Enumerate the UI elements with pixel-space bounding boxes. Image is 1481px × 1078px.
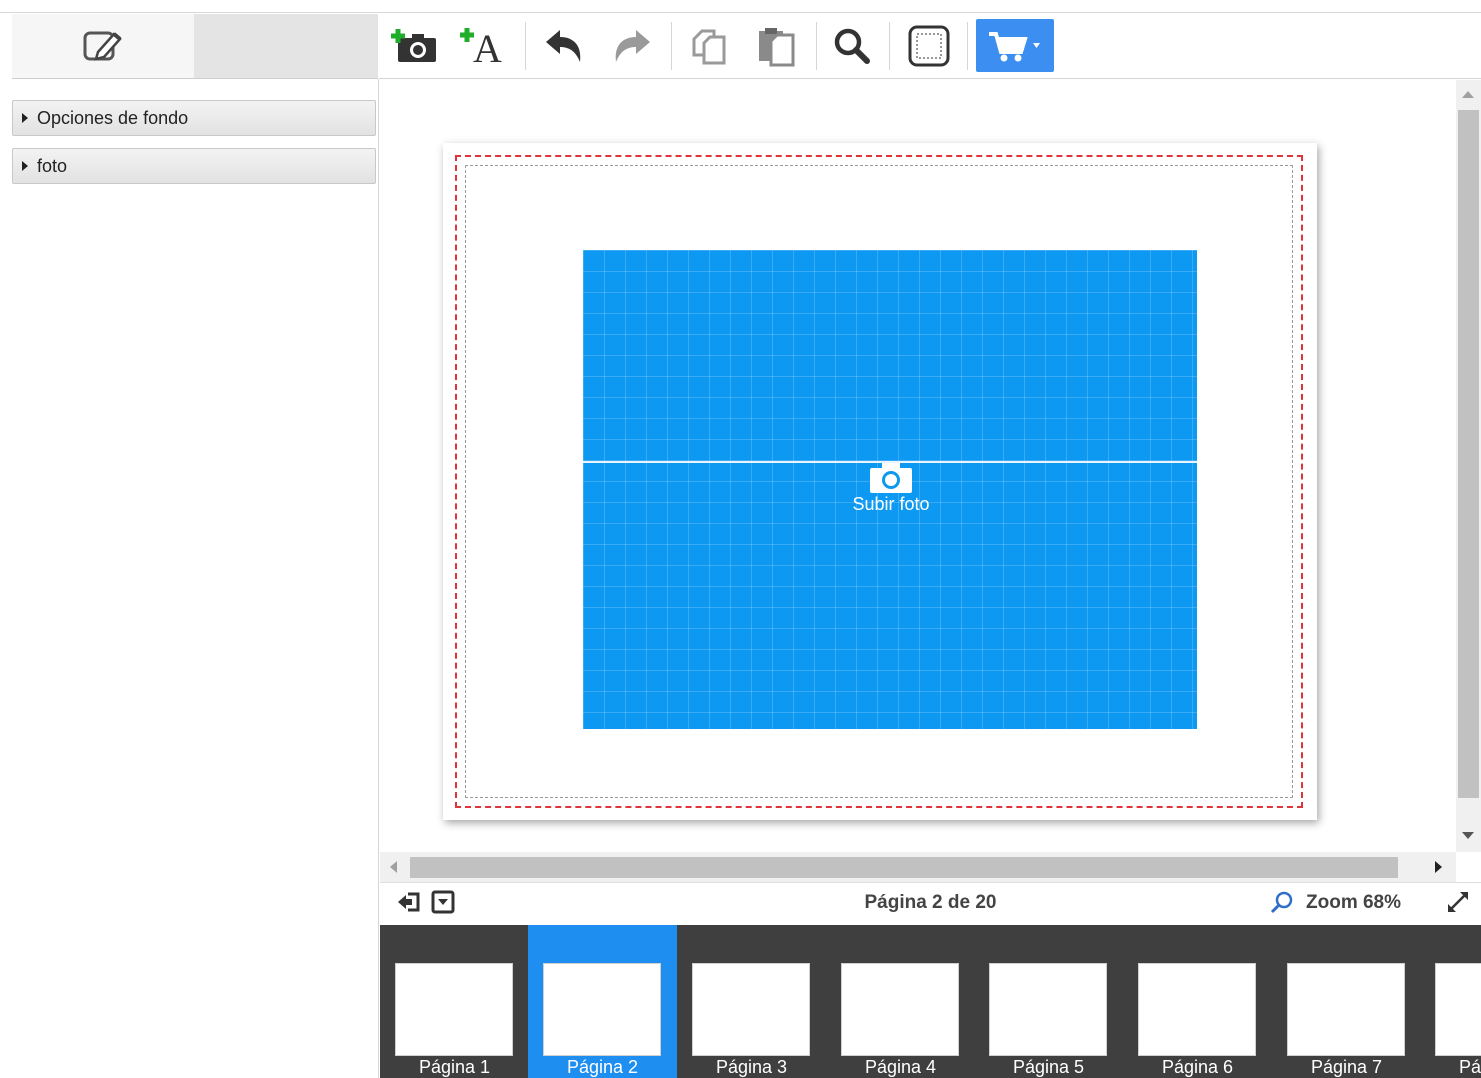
zoom-icon[interactable] [1269, 890, 1295, 916]
edit-icon [83, 31, 122, 61]
thumbnail-page-3[interactable]: Página 3 [677, 925, 826, 1078]
cart-icon [989, 31, 1040, 61]
chevron-right-icon [22, 161, 28, 171]
camera-icon [870, 463, 912, 493]
thumbnail-label: Página 8 [1458, 1057, 1481, 1077]
top-strip [0, 0, 1481, 13]
thumbnail-image [543, 963, 661, 1056]
cart-button[interactable] [976, 19, 1054, 72]
undo-icon [546, 30, 581, 62]
paste-button[interactable] [751, 14, 801, 78]
thumbnail-image [989, 963, 1107, 1056]
chevron-right-icon [22, 113, 28, 123]
thumbnail-page-4[interactable]: Página 4 [826, 925, 975, 1078]
vertical-scroll-thumb[interactable] [1458, 110, 1479, 798]
thumbnail-label: Página 2 [566, 1057, 639, 1077]
horizontal-scroll-thumb[interactable] [410, 857, 1398, 878]
tab-secondary[interactable] [194, 14, 378, 78]
scroll-left-icon[interactable] [390, 861, 397, 873]
thumbnail-page-1[interactable]: Página 1 [380, 925, 529, 1078]
frame-toggle-button[interactable] [903, 14, 955, 78]
upload-photo-label: Subir foto [852, 494, 930, 514]
add-text-button[interactable]: A [454, 14, 512, 78]
upload-photo-button[interactable]: Subir foto [836, 462, 946, 522]
page-thumbnails-strip: Página 1 Página 2 Página 3 Página 4 Pági… [380, 925, 1481, 1078]
undo-button[interactable] [539, 14, 589, 78]
tab-edit[interactable] [12, 14, 194, 78]
toolbar-separator [816, 22, 817, 70]
svg-text:A: A [473, 26, 502, 68]
thumbnail-label: Página 5 [1012, 1057, 1085, 1077]
add-photo-icon [391, 29, 436, 62]
accordion-background-options[interactable]: Opciones de fondo [12, 100, 376, 136]
frame-icon [908, 25, 950, 67]
toolbar-separator [967, 22, 968, 70]
toolbar-separator [525, 22, 526, 70]
thumbnail-image [1287, 963, 1405, 1056]
thumbnail-page-5[interactable]: Página 5 [974, 925, 1123, 1078]
copy-button[interactable] [684, 14, 734, 78]
thumbnail-image [1138, 963, 1256, 1056]
accordion-label: foto [37, 155, 68, 176]
toolbar: A [379, 14, 1481, 79]
left-panel [0, 79, 379, 1078]
add-text-icon: A [460, 26, 502, 68]
redo-icon [615, 30, 650, 62]
thumbnail-page-8[interactable]: Página 8 [1420, 925, 1481, 1078]
thumbnail-page-6[interactable]: Página 6 [1123, 925, 1272, 1078]
thumbnail-image [841, 963, 959, 1056]
thumbnail-image [395, 963, 513, 1056]
accordion-photo[interactable]: foto [12, 148, 376, 184]
scroll-up-icon[interactable] [1462, 91, 1474, 98]
thumbnail-label: Página 6 [1161, 1057, 1234, 1077]
copy-icon [692, 29, 726, 65]
fullscreen-icon[interactable] [1445, 889, 1471, 915]
scroll-right-icon[interactable] [1435, 861, 1442, 873]
toolbar-separator [671, 22, 672, 70]
thumbnail-label: Página 4 [864, 1057, 937, 1077]
toolbar-separator [889, 22, 890, 70]
thumbnail-image [692, 963, 810, 1056]
paste-icon [759, 28, 795, 67]
add-photo-button[interactable] [387, 14, 443, 78]
thumbnail-label: Página 7 [1310, 1057, 1383, 1077]
left-panel-tabs [12, 14, 378, 79]
thumbnail-label: Página 1 [418, 1057, 491, 1077]
zoom-level: Zoom 68% [1306, 892, 1402, 913]
scroll-down-icon[interactable] [1462, 832, 1474, 839]
search-button[interactable] [827, 14, 877, 78]
thumbnail-image [1435, 963, 1481, 1056]
redo-button[interactable] [607, 14, 657, 78]
accordion-label: Opciones de fondo [37, 107, 189, 128]
search-icon [834, 28, 870, 64]
thumbnail-page-2[interactable]: Página 2 [528, 925, 677, 1078]
thumbnail-label: Página 3 [715, 1057, 788, 1077]
thumbnail-page-7[interactable]: Página 7 [1272, 925, 1421, 1078]
